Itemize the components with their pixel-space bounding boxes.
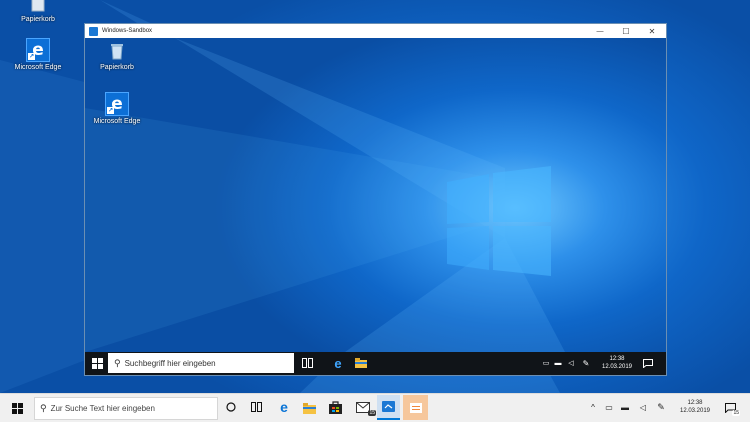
edge-icon: e ↗ (26, 38, 50, 62)
sandbox-window[interactable]: Windows-Sandbox — ☐ ✕ Papierkorb e ↗ Micr… (84, 23, 667, 376)
close-button[interactable]: ✕ (638, 24, 666, 38)
host-clock[interactable]: 12:38 12.03.2019 (673, 399, 717, 415)
host-display-icon[interactable]: ▬ (620, 401, 630, 413)
task-view-icon (301, 358, 313, 368)
sandbox-edge-button[interactable]: e (329, 354, 347, 372)
notification-badge: 15 (732, 410, 740, 416)
maximize-button[interactable]: ☐ (612, 24, 640, 38)
task-view-icon (250, 402, 262, 412)
sandbox-icon (382, 401, 395, 412)
sandbox-clock[interactable]: 12:38 12.03.2019 (597, 355, 637, 371)
sandbox-task-view-button[interactable] (299, 355, 315, 371)
sandbox-explorer-button[interactable] (353, 355, 369, 371)
host-recycle-bin-label: Papierkorb (21, 16, 55, 23)
host-store-button[interactable] (327, 399, 343, 415)
sandbox-notification-button[interactable] (641, 356, 655, 370)
host-clock-date: 12.03.2019 (679, 408, 711, 414)
host-edge-shortcut[interactable]: e ↗ Microsoft Edge (2, 38, 74, 71)
host-search-placeholder: Zur Suche Text hier eingeben (50, 404, 155, 413)
minimize-button[interactable]: — (586, 24, 614, 38)
sandbox-clock-time: 12:38 (609, 356, 625, 362)
sandbox-app-icon (89, 26, 98, 36)
windows-start-icon (11, 402, 23, 414)
windows-logo (447, 166, 551, 276)
host-recycle-bin[interactable]: Papierkorb (2, 0, 74, 23)
host-task-view-button[interactable] (249, 400, 263, 414)
sandbox-clock-date: 12.03.2019 (601, 364, 633, 370)
host-sandbox-button[interactable] (377, 395, 400, 420)
sandbox-search-box[interactable]: ⚲ Suchbegriff hier eingeben (108, 353, 294, 373)
sandbox-network-icon[interactable]: ▭ (541, 357, 551, 369)
recycle-bin-icon (106, 40, 128, 62)
host-clock-time: 12:38 (687, 400, 703, 406)
edge-icon: e ↗ (105, 92, 129, 116)
host-edge-label: Microsoft Edge (14, 64, 62, 71)
sandbox-search-placeholder: Suchbegriff hier eingeben (124, 358, 216, 368)
host-volume-icon[interactable]: ◁ (638, 401, 648, 413)
host-network-icon[interactable]: ▭ (604, 401, 614, 413)
sandbox-pen-icon[interactable]: ✎ (581, 357, 591, 369)
host-edge-button[interactable]: e (275, 398, 293, 416)
recycle-bin-icon (27, 0, 49, 14)
host-start-button[interactable] (9, 400, 25, 416)
host-search-box[interactable]: ⚲ Zur Suche Text hier eingeben (34, 397, 218, 420)
sandbox-display-icon[interactable]: ▬ (553, 357, 563, 369)
edge-icon: e (334, 355, 342, 371)
sandbox-desktop: Papierkorb e ↗ Microsoft Edge (85, 38, 666, 352)
mail-badge: 15 (368, 410, 376, 416)
sandbox-light-beams (85, 38, 565, 352)
sandbox-recycle-bin-label: Papierkorb (100, 64, 134, 71)
host-taskbar: ⚲ Zur Suche Text hier eingeben e 15 ^ ▭ … (0, 393, 750, 422)
host-pen-icon[interactable]: ✎ (656, 401, 666, 413)
file-explorer-icon (302, 402, 316, 414)
notification-icon (643, 358, 653, 368)
sandbox-edge-label: Microsoft Edge (93, 118, 141, 125)
sandbox-start-button[interactable] (89, 355, 105, 371)
search-icon: ⚲ (40, 403, 47, 413)
search-icon: ⚲ (114, 357, 121, 368)
edge-icon: e (280, 399, 288, 415)
sandbox-volume-icon[interactable]: ◁ (566, 357, 576, 369)
host-tray-chevron[interactable]: ^ (588, 401, 598, 413)
host-mail-button[interactable]: 15 (354, 399, 376, 416)
host-explorer-button[interactable] (301, 400, 317, 416)
host-notes-button[interactable] (403, 395, 428, 420)
store-icon (328, 400, 342, 414)
sandbox-window-title: Windows-Sandbox (102, 28, 153, 34)
windows-start-icon (91, 357, 103, 369)
sandbox-titlebar[interactable]: Windows-Sandbox — ☐ ✕ (85, 24, 666, 38)
file-explorer-icon (355, 358, 367, 368)
sandbox-taskbar: ⚲ Suchbegriff hier eingeben e ▭ ▬ ◁ ✎ 12… (85, 352, 666, 375)
host-cortana-button[interactable] (224, 400, 238, 414)
notes-icon (409, 402, 422, 413)
sandbox-edge-shortcut[interactable]: e ↗ Microsoft Edge (85, 92, 153, 125)
host-notification-button[interactable]: 15 (722, 400, 740, 416)
sandbox-recycle-bin[interactable]: Papierkorb (85, 40, 153, 71)
cortana-circle-icon (226, 402, 236, 412)
